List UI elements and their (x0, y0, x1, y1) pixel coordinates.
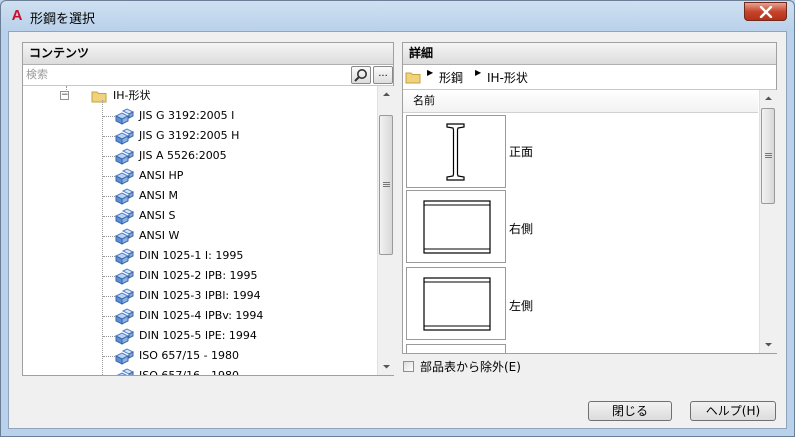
contents-panel-header: コンテンツ (23, 43, 393, 65)
steel-shape-block-icon (114, 308, 135, 325)
contents-scroll-thumb[interactable] (379, 115, 393, 255)
window-title: 形鋼を選択 (30, 12, 96, 27)
contents-panel: コンテンツ ... − IH-形状 J (22, 42, 395, 376)
tree-root-ih-shapes[interactable]: − IH-形状 (53, 86, 253, 106)
exclude-from-bom-label[interactable]: 部品表から除外(E) (420, 358, 521, 375)
tree-item-label: DIN 1025-5 IPE: 1994 (139, 329, 257, 342)
breadcrumb-arrow-icon: ▶ (475, 68, 482, 77)
i-beam-front-icon (446, 123, 465, 181)
details-scroll-thumb[interactable] (761, 108, 775, 204)
view-list: 正面 右側 左側 (403, 113, 759, 353)
steel-shape-block-icon (114, 328, 135, 345)
tree-item[interactable]: DIN 1025-1 I: 1995 (113, 246, 373, 266)
steel-shape-block-icon (114, 288, 135, 305)
close-button[interactable]: 閉じる (588, 401, 672, 421)
breadcrumb-item-ih-shapes[interactable]: IH-形状 (487, 69, 528, 86)
steel-shape-block-icon (114, 208, 135, 225)
tree-item[interactable]: JIS G 3192:2005 H (113, 126, 373, 146)
next-view-thumbnail (406, 344, 506, 353)
tree-item[interactable]: ANSI M (113, 186, 373, 206)
dialog-client-area: コンテンツ ... − IH-形状 J (8, 31, 787, 429)
view-item-left[interactable]: 左側 (403, 267, 759, 343)
exclude-from-bom-checkbox[interactable] (403, 361, 414, 372)
breadcrumb-item-shapes[interactable]: 形鋼 (439, 69, 463, 86)
scroll-up-arrow-icon[interactable] (760, 90, 777, 107)
tree-item[interactable]: ANSI W (113, 226, 373, 246)
scroll-down-arrow-icon[interactable] (378, 358, 395, 375)
name-column-header[interactable]: 名前 (403, 90, 758, 113)
tree-root-label: IH-形状 (113, 89, 151, 102)
steel-shape-block-icon (116, 368, 135, 375)
scroll-down-arrow-icon[interactable] (760, 336, 777, 353)
view-item-front[interactable]: 正面 (403, 113, 759, 189)
tree-item-label: DIN 1025-4 IPBv: 1994 (139, 309, 264, 322)
steel-shape-block-icon (114, 268, 135, 285)
steel-shape-block-icon (114, 348, 135, 365)
folder-icon (405, 72, 421, 84)
tree-item[interactable]: ANSI S (113, 206, 373, 226)
tree-item[interactable]: DIN 1025-2 IPB: 1995 (113, 266, 373, 286)
tree-item-label: JIS G 3192:2005 H (139, 129, 240, 142)
close-window-button[interactable] (744, 2, 787, 21)
beam-left-side-icon (423, 277, 491, 331)
view-label-front: 正面 (509, 145, 534, 159)
tree-item-label: ANSI S (139, 209, 176, 222)
view-item-right[interactable]: 右側 (403, 190, 759, 266)
magnifier-icon (354, 69, 367, 82)
steel-shape-block-icon (114, 248, 135, 265)
tree-item[interactable]: ANSI HP (113, 166, 373, 186)
details-panel-header: 詳細 (403, 43, 776, 65)
steel-shape-block-icon (114, 228, 135, 245)
tree-item[interactable]: DIN 1025-4 IPBv: 1994 (113, 306, 373, 326)
tree-item[interactable]: DIN 1025-5 IPE: 1994 (113, 326, 373, 346)
steel-shape-block-icon (114, 148, 135, 165)
steel-shape-block-icon (114, 168, 135, 185)
scroll-up-arrow-icon[interactable] (378, 86, 395, 103)
breadcrumb-arrow-icon: ▶ (427, 68, 434, 77)
contents-scrollbar[interactable] (377, 86, 395, 375)
content-tree: − IH-形状 JIS G 3192:2005 I JIS G 3192:2005… (23, 86, 378, 375)
more-options-button[interactable]: ... (373, 66, 393, 84)
details-scrollbar[interactable] (759, 90, 777, 353)
details-panel: 詳細 ▶ 形鋼 ▶ IH-形状 名前 正面 右側 左側 (402, 42, 777, 354)
tree-item-label: ISO 657/15 - 1980 (139, 349, 240, 362)
close-icon (759, 6, 773, 18)
tree-item-label: JIS A 5526:2005 (139, 149, 227, 162)
left-view-thumbnail (406, 267, 506, 340)
folder-icon (91, 91, 107, 103)
title-bar[interactable]: A 形鋼を選択 (1, 1, 794, 31)
tree-item-label: DIN 1025-2 IPB: 1995 (139, 269, 258, 282)
steel-shape-block-icon (114, 188, 135, 205)
steel-shape-block-icon (114, 108, 135, 125)
tree-item[interactable]: ISO 657/15 - 1980 (113, 346, 373, 366)
tree-item-label: ANSI M (139, 189, 178, 202)
tree-item[interactable]: JIS A 5526:2005 (113, 146, 373, 166)
front-view-thumbnail (406, 115, 506, 188)
steel-shape-block-icon (114, 128, 135, 145)
tree-item[interactable]: ISO 657/16 - 1980 (113, 366, 373, 375)
view-label-right: 右側 (509, 222, 534, 236)
tree-item-label: ANSI HP (139, 169, 184, 182)
beam-right-side-icon (423, 200, 491, 254)
tree-item-label: DIN 1025-3 IPBl: 1994 (139, 289, 261, 302)
breadcrumb: ▶ 形鋼 ▶ IH-形状 (403, 65, 776, 90)
tree-item[interactable]: DIN 1025-3 IPBl: 1994 (113, 286, 373, 306)
collapse-toggle-icon[interactable]: − (60, 91, 69, 100)
tree-item-label: JIS G 3192:2005 I (139, 109, 235, 122)
view-label-left: 左側 (509, 299, 534, 313)
search-input[interactable] (24, 66, 352, 83)
tree-item-label: DIN 1025-1 I: 1995 (139, 249, 244, 262)
tree-guide-line (102, 100, 103, 375)
tree-item-label: ISO 657/16 - 1980 (139, 366, 239, 375)
help-button[interactable]: ヘルプ(H) (690, 401, 776, 421)
tree-item[interactable]: JIS G 3192:2005 I (113, 106, 373, 126)
right-view-thumbnail (406, 190, 506, 263)
dialog-window: A 形鋼を選択 コンテンツ ... − (0, 0, 795, 437)
autocad-app-icon: A (11, 7, 23, 24)
tree-item-label: ANSI W (139, 229, 180, 242)
search-button[interactable] (351, 66, 371, 84)
